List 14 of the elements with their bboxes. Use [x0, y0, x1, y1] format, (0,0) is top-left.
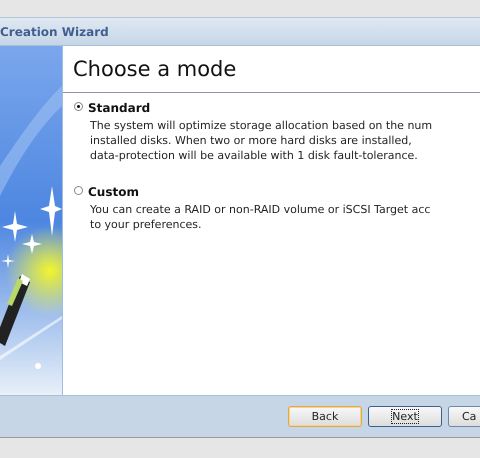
option-label: Standard	[88, 101, 150, 115]
option-description: data-protection will be available with 1 disk fault-tolerance.	[90, 148, 419, 163]
option-label: Custom	[88, 185, 139, 199]
page-heading: Choose a mode	[73, 57, 236, 81]
option-description: to your preferences.	[90, 217, 203, 232]
wizard-button[interactable]: Ca	[448, 406, 480, 427]
wizard-button[interactable]: Back	[288, 406, 362, 427]
window-title: Creation Wizard	[0, 24, 109, 38]
option-description: The system will optimize storage allocation based on the num	[90, 118, 434, 133]
radio-button[interactable]	[74, 186, 83, 194]
option-description: installed disks. When two or more hard disks are installed,	[90, 133, 413, 148]
option-description: You can create a RAID or non-RAID volume or iSCSI Target acc	[90, 202, 432, 217]
wizard-button[interactable]: Next	[368, 406, 442, 427]
radio-button[interactable]	[74, 102, 83, 110]
